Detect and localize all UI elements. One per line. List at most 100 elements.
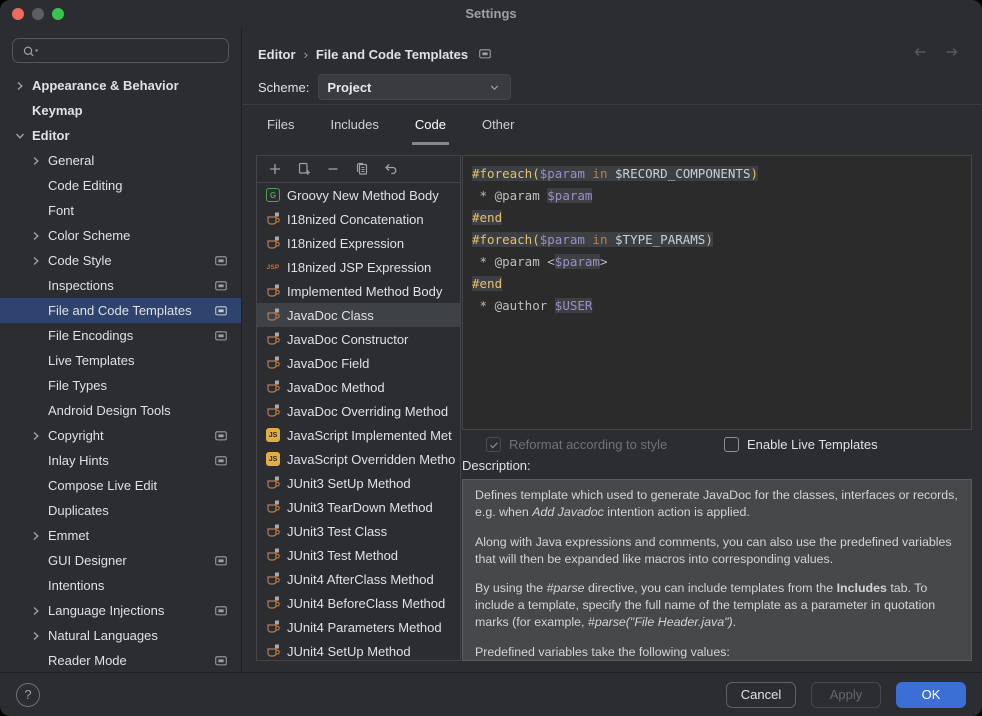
tree-indent	[28, 278, 44, 294]
sidebar-item-file-and-code-templates[interactable]: File and Code Templates	[0, 298, 241, 323]
monitor-icon	[214, 304, 228, 318]
template-item-javadoc-overriding-method[interactable]: JavaDoc Overriding Method	[257, 399, 460, 423]
checkbox-checked-icon	[486, 437, 501, 452]
template-item-junit3-test-method[interactable]: JUnit3 Test Method	[257, 543, 460, 567]
code-line: * @param <$param>	[472, 251, 962, 273]
chevron-right-icon[interactable]	[28, 628, 44, 644]
forward-arrow-icon[interactable]	[944, 44, 960, 60]
chevron-right-icon[interactable]	[28, 253, 44, 269]
sidebar-item-live-templates[interactable]: Live Templates	[0, 348, 241, 373]
java-file-icon	[265, 355, 281, 371]
settings-search-input[interactable]	[12, 38, 229, 63]
java-file-icon	[265, 547, 281, 563]
template-item-groovy-new-method-body[interactable]: GGroovy New Method Body	[257, 183, 460, 207]
tree-indent	[28, 653, 44, 669]
sidebar-item-code-editing[interactable]: Code Editing	[0, 173, 241, 198]
sidebar-item-code-style[interactable]: Code Style	[0, 248, 241, 273]
template-item-junit3-setup-method[interactable]: JUnit3 SetUp Method	[257, 471, 460, 495]
chevron-right-icon[interactable]	[28, 528, 44, 544]
sidebar-item-appearance-behavior[interactable]: Appearance & Behavior	[0, 73, 241, 98]
tree-indent	[28, 353, 44, 369]
template-item-junit4-afterclass-method[interactable]: JUnit4 AfterClass Method	[257, 567, 460, 591]
scheme-select[interactable]: Project	[318, 74, 511, 100]
tab-includes[interactable]: Includes	[327, 110, 381, 145]
template-item-junit4-setup-method[interactable]: JUnit4 SetUp Method	[257, 639, 460, 660]
undo-template-button[interactable]	[383, 161, 399, 177]
template-item-junit3-teardown-method[interactable]: JUnit3 TearDown Method	[257, 495, 460, 519]
duplicate-template-button[interactable]	[296, 161, 312, 177]
tree-indent	[28, 553, 44, 569]
sidebar-item-file-types[interactable]: File Types	[0, 373, 241, 398]
scheme-label: Scheme:	[258, 80, 309, 95]
template-item-javadoc-class[interactable]: JavaDoc Class	[257, 303, 460, 327]
checkbox-unchecked-icon[interactable]	[724, 437, 739, 452]
sidebar-item-file-encodings[interactable]: File Encodings	[0, 323, 241, 348]
tree-indent	[12, 103, 28, 119]
template-item-javascript-overridden-metho[interactable]: JSJavaScript Overridden Metho	[257, 447, 460, 471]
sidebar-item-font[interactable]: Font	[0, 198, 241, 223]
sidebar-item-label: Editor	[32, 128, 70, 143]
sidebar-item-copyright[interactable]: Copyright	[0, 423, 241, 448]
chevron-right-icon[interactable]	[12, 78, 28, 94]
template-item-javadoc-field[interactable]: JavaDoc Field	[257, 351, 460, 375]
template-item-label: Implemented Method Body	[287, 284, 442, 299]
sidebar-item-inspections[interactable]: Inspections	[0, 273, 241, 298]
ok-button[interactable]: OK	[896, 682, 966, 708]
template-item-i18nized-concatenation[interactable]: I18nized Concatenation	[257, 207, 460, 231]
java-file-icon	[265, 403, 281, 419]
template-item-label: I18nized Expression	[287, 236, 404, 251]
settings-window: Settings Appearance & BehaviorKeymapEdit…	[0, 0, 982, 716]
enable-live-templates-checkbox[interactable]: Enable Live Templates	[724, 437, 878, 452]
description-paragraph: Along with Java expressions and comments…	[475, 534, 959, 568]
chevron-right-icon[interactable]	[28, 228, 44, 244]
sidebar-item-color-scheme[interactable]: Color Scheme	[0, 223, 241, 248]
template-item-junit4-beforeclass-method[interactable]: JUnit4 BeforeClass Method	[257, 591, 460, 615]
template-item-javadoc-constructor[interactable]: JavaDoc Constructor	[257, 327, 460, 351]
sidebar-item-compose-live-edit[interactable]: Compose Live Edit	[0, 473, 241, 498]
breadcrumb-editor[interactable]: Editor	[258, 47, 296, 62]
chevron-right-icon[interactable]	[28, 603, 44, 619]
sidebar-item-duplicates[interactable]: Duplicates	[0, 498, 241, 523]
sidebar-item-keymap[interactable]: Keymap	[0, 98, 241, 123]
back-arrow-icon[interactable]	[912, 44, 928, 60]
groovy-file-icon: G	[265, 187, 281, 203]
tab-code[interactable]: Code	[412, 110, 449, 145]
code-line: * @author $USER	[472, 295, 962, 317]
sidebar-item-emmet[interactable]: Emmet	[0, 523, 241, 548]
help-button[interactable]: ?	[16, 683, 40, 707]
add-template-button[interactable]	[267, 161, 283, 177]
template-editor[interactable]: #foreach($param in $RECORD_COMPONENTS) *…	[462, 155, 972, 430]
template-item-label: JUnit4 SetUp Method	[287, 644, 411, 659]
template-item-implemented-method-body[interactable]: Implemented Method Body	[257, 279, 460, 303]
cancel-button[interactable]: Cancel	[726, 682, 796, 708]
remove-template-button[interactable]	[325, 161, 341, 177]
sidebar-item-intentions[interactable]: Intentions	[0, 573, 241, 598]
template-item-i18nized-expression[interactable]: I18nized Expression	[257, 231, 460, 255]
template-item-javadoc-method[interactable]: JavaDoc Method	[257, 375, 460, 399]
sidebar-item-label: Color Scheme	[48, 228, 130, 243]
java-file-icon	[265, 571, 281, 587]
sidebar-item-language-injections[interactable]: Language Injections	[0, 598, 241, 623]
template-item-junit3-test-class[interactable]: JUnit3 Test Class	[257, 519, 460, 543]
description-box[interactable]: Defines template which used to generate …	[462, 479, 972, 661]
sidebar-item-natural-languages[interactable]: Natural Languages	[0, 623, 241, 648]
sidebar-item-gui-designer[interactable]: GUI Designer	[0, 548, 241, 573]
chevron-right-icon[interactable]	[28, 153, 44, 169]
template-item-label: JUnit3 TearDown Method	[287, 500, 433, 515]
chevron-down-icon[interactable]	[12, 128, 28, 144]
chevron-right-icon[interactable]	[28, 428, 44, 444]
tree-indent	[28, 328, 44, 344]
sidebar-item-general[interactable]: General	[0, 148, 241, 173]
template-item-junit4-parameters-method[interactable]: JUnit4 Parameters Method	[257, 615, 460, 639]
sidebar-item-android-design-tools[interactable]: Android Design Tools	[0, 398, 241, 423]
sidebar-item-inlay-hints[interactable]: Inlay Hints	[0, 448, 241, 473]
sidebar-item-label: Language Injections	[48, 603, 164, 618]
template-item-javascript-implemented-met[interactable]: JSJavaScript Implemented Met	[257, 423, 460, 447]
monitor-icon	[214, 254, 228, 268]
template-item-i18nized-jsp-expression[interactable]: JSPI18nized JSP Expression	[257, 255, 460, 279]
tab-other[interactable]: Other	[479, 110, 518, 145]
sidebar-item-reader-mode[interactable]: Reader Mode	[0, 648, 241, 672]
tab-files[interactable]: Files	[264, 110, 297, 145]
sidebar-item-editor[interactable]: Editor	[0, 123, 241, 148]
copy-template-button[interactable]	[354, 161, 370, 177]
